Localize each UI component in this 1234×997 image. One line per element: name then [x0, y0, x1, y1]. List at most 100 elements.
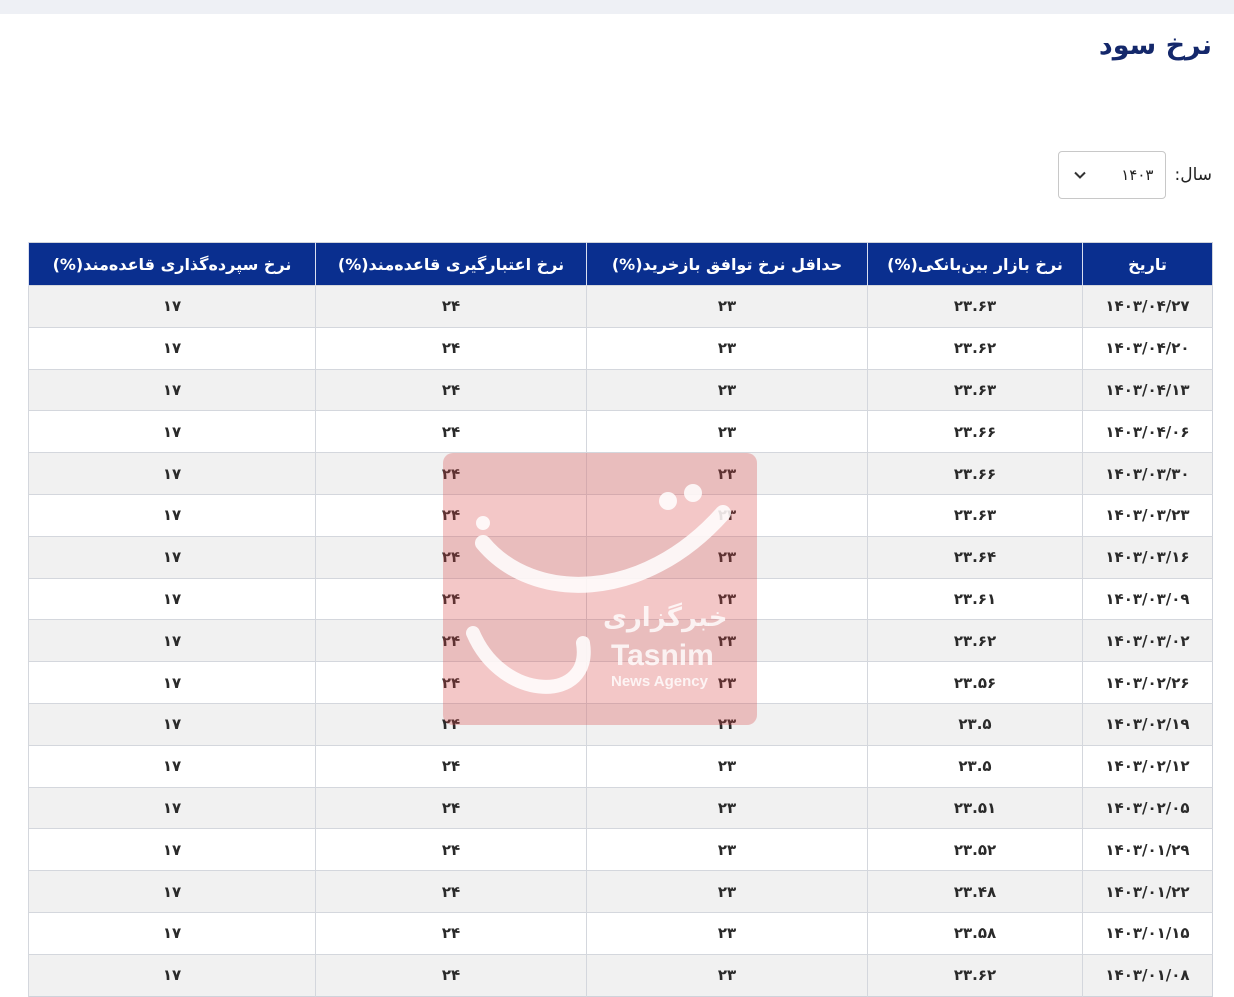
cell-standing-deposit-rate: ۱۷ [28, 828, 316, 871]
table-row: ۱۴۰۳/۰۳/۳۰ ۲۳.۶۶ ۲۳ ۲۴ ۱۷ [28, 452, 1213, 495]
cell-interbank-rate: ۲۳.۵ [867, 702, 1083, 746]
column-header-date[interactable]: تاریخ [1082, 242, 1213, 286]
table-row: ۱۴۰۳/۰۳/۱۶ ۲۳.۶۴ ۲۳ ۲۴ ۱۷ [28, 535, 1213, 579]
cell-min-repo-rate: ۲۳ [586, 661, 868, 704]
table-row: ۱۴۰۳/۰۱/۱۵ ۲۳.۵۸ ۲۳ ۲۴ ۱۷ [28, 911, 1213, 955]
cell-min-repo-rate: ۲۳ [586, 577, 868, 620]
cell-date: ۱۴۰۳/۰۲/۱۲ [1082, 744, 1213, 788]
cell-standing-deposit-rate: ۱۷ [28, 661, 316, 704]
cell-standing-deposit-rate: ۱۷ [28, 326, 316, 370]
cell-interbank-rate: ۲۳.۵۱ [867, 786, 1083, 829]
column-header-standing-deposit-rate[interactable]: نرخ سپرده‌گذاری قاعده‌مند(%) [28, 242, 316, 286]
table-row: ۱۴۰۳/۰۱/۲۲ ۲۳.۴۸ ۲۳ ۲۴ ۱۷ [28, 870, 1213, 913]
cell-standing-credit-rate: ۲۴ [315, 661, 587, 704]
cell-standing-deposit-rate: ۱۷ [28, 493, 316, 537]
cell-date: ۱۴۰۳/۰۱/۱۵ [1082, 911, 1213, 955]
cell-min-repo-rate: ۲۳ [586, 619, 868, 662]
cell-interbank-rate: ۲۳.۴۸ [867, 870, 1083, 913]
cell-interbank-rate: ۲۳.۶۶ [867, 452, 1083, 495]
cell-standing-credit-rate: ۲۴ [315, 786, 587, 829]
table-row: ۱۴۰۳/۰۳/۰۲ ۲۳.۶۲ ۲۳ ۲۴ ۱۷ [28, 619, 1213, 662]
cell-min-repo-rate: ۲۳ [586, 702, 868, 746]
cell-standing-credit-rate: ۲۴ [315, 702, 587, 746]
cell-min-repo-rate: ۲۳ [586, 493, 868, 537]
cell-interbank-rate: ۲۳.۵ [867, 744, 1083, 788]
column-header-standing-credit-rate[interactable]: نرخ اعتبارگیری قاعده‌مند(%) [315, 242, 587, 286]
interest-rate-table: تاریخ نرخ بازار بین‌بانکی(%) حداقل نرخ ت… [28, 242, 1213, 997]
cell-min-repo-rate: ۲۳ [586, 285, 868, 328]
cell-date: ۱۴۰۳/۰۴/۰۶ [1082, 410, 1213, 453]
cell-interbank-rate: ۲۳.۵۲ [867, 828, 1083, 871]
table-row: ۱۴۰۳/۰۲/۰۵ ۲۳.۵۱ ۲۳ ۲۴ ۱۷ [28, 786, 1213, 829]
column-header-interbank-rate[interactable]: نرخ بازار بین‌بانکی(%) [867, 242, 1083, 286]
table-row: ۱۴۰۳/۰۲/۲۶ ۲۳.۵۶ ۲۳ ۲۴ ۱۷ [28, 661, 1213, 704]
table-body: ۱۴۰۳/۰۴/۲۷ ۲۳.۶۳ ۲۳ ۲۴ ۱۷ ۱۴۰۳/۰۴/۲۰ ۲۳.۶۲ ۲۳ ۲۴… [28, 285, 1213, 997]
cell-standing-deposit-rate: ۱۷ [28, 577, 316, 620]
cell-date: ۱۴۰۳/۰۳/۱۶ [1082, 535, 1213, 579]
cell-date: ۱۴۰۳/۰۲/۰۵ [1082, 786, 1213, 829]
top-bar [0, 0, 1234, 14]
cell-standing-credit-rate: ۲۴ [315, 911, 587, 955]
cell-standing-deposit-rate: ۱۷ [28, 953, 316, 997]
cell-date: ۱۴۰۳/۰۱/۲۲ [1082, 870, 1213, 913]
cell-date: ۱۴۰۳/۰۴/۲۷ [1082, 285, 1213, 328]
table-row: ۱۴۰۳/۰۴/۰۶ ۲۳.۶۶ ۲۳ ۲۴ ۱۷ [28, 410, 1213, 453]
cell-standing-deposit-rate: ۱۷ [28, 535, 316, 579]
cell-standing-credit-rate: ۲۴ [315, 828, 587, 871]
cell-standing-credit-rate: ۲۴ [315, 577, 587, 620]
cell-min-repo-rate: ۲۳ [586, 410, 868, 453]
cell-date: ۱۴۰۳/۰۳/۰۲ [1082, 619, 1213, 662]
cell-standing-deposit-rate: ۱۷ [28, 368, 316, 411]
chevron-down-icon [1074, 171, 1087, 179]
table-row: ۱۴۰۳/۰۴/۲۰ ۲۳.۶۲ ۲۳ ۲۴ ۱۷ [28, 326, 1213, 370]
cell-standing-credit-rate: ۲۴ [315, 744, 587, 788]
year-select-value: ۱۴۰۳ [1121, 166, 1154, 184]
cell-standing-credit-rate: ۲۴ [315, 953, 587, 997]
cell-interbank-rate: ۲۳.۶۲ [867, 326, 1083, 370]
cell-date: ۱۴۰۳/۰۲/۱۹ [1082, 702, 1213, 746]
cell-date: ۱۴۰۳/۰۴/۲۰ [1082, 326, 1213, 370]
cell-standing-credit-rate: ۲۴ [315, 535, 587, 579]
cell-interbank-rate: ۲۳.۶۳ [867, 368, 1083, 411]
year-filter: سال: ۱۴۰۳ [1058, 151, 1212, 199]
cell-min-repo-rate: ۲۳ [586, 786, 868, 829]
cell-interbank-rate: ۲۳.۶۲ [867, 953, 1083, 997]
cell-min-repo-rate: ۲۳ [586, 368, 868, 411]
year-select[interactable]: ۱۴۰۳ [1058, 151, 1167, 199]
cell-min-repo-rate: ۲۳ [586, 911, 868, 955]
table-row: ۱۴۰۳/۰۳/۲۳ ۲۳.۶۳ ۲۳ ۲۴ ۱۷ [28, 493, 1213, 537]
year-label: سال: [1174, 165, 1212, 185]
cell-date: ۱۴۰۳/۰۱/۰۸ [1082, 953, 1213, 997]
cell-standing-deposit-rate: ۱۷ [28, 911, 316, 955]
cell-min-repo-rate: ۲۳ [586, 870, 868, 913]
cell-standing-credit-rate: ۲۴ [315, 493, 587, 537]
cell-min-repo-rate: ۲۳ [586, 953, 868, 997]
page-title: نرخ سود [1098, 30, 1212, 61]
cell-standing-credit-rate: ۲۴ [315, 326, 587, 370]
table-row: ۱۴۰۳/۰۲/۱۹ ۲۳.۵ ۲۳ ۲۴ ۱۷ [28, 702, 1213, 746]
table-row: ۱۴۰۳/۰۳/۰۹ ۲۳.۶۱ ۲۳ ۲۴ ۱۷ [28, 577, 1213, 620]
cell-date: ۱۴۰۳/۰۳/۰۹ [1082, 577, 1213, 620]
cell-min-repo-rate: ۲۳ [586, 828, 868, 871]
cell-interbank-rate: ۲۳.۶۱ [867, 577, 1083, 620]
cell-date: ۱۴۰۳/۰۲/۲۶ [1082, 661, 1213, 704]
table-row: ۱۴۰۳/۰۲/۱۲ ۲۳.۵ ۲۳ ۲۴ ۱۷ [28, 744, 1213, 788]
cell-date: ۱۴۰۳/۰۳/۳۰ [1082, 452, 1213, 495]
cell-standing-credit-rate: ۲۴ [315, 285, 587, 328]
cell-date: ۱۴۰۳/۰۴/۱۳ [1082, 368, 1213, 411]
column-header-min-repo-rate[interactable]: حداقل نرخ توافق بازخرید(%) [586, 242, 868, 286]
cell-interbank-rate: ۲۳.۶۲ [867, 619, 1083, 662]
cell-standing-deposit-rate: ۱۷ [28, 870, 316, 913]
cell-date: ۱۴۰۳/۰۳/۲۳ [1082, 493, 1213, 537]
cell-interbank-rate: ۲۳.۶۳ [867, 285, 1083, 328]
table-row: ۱۴۰۳/۰۴/۱۳ ۲۳.۶۳ ۲۳ ۲۴ ۱۷ [28, 368, 1213, 411]
cell-standing-credit-rate: ۲۴ [315, 870, 587, 913]
cell-standing-credit-rate: ۲۴ [315, 368, 587, 411]
cell-standing-deposit-rate: ۱۷ [28, 786, 316, 829]
cell-min-repo-rate: ۲۳ [586, 744, 868, 788]
cell-standing-deposit-rate: ۱۷ [28, 452, 316, 495]
cell-standing-deposit-rate: ۱۷ [28, 285, 316, 328]
cell-standing-deposit-rate: ۱۷ [28, 619, 316, 662]
cell-min-repo-rate: ۲۳ [586, 452, 868, 495]
cell-date: ۱۴۰۳/۰۱/۲۹ [1082, 828, 1213, 871]
